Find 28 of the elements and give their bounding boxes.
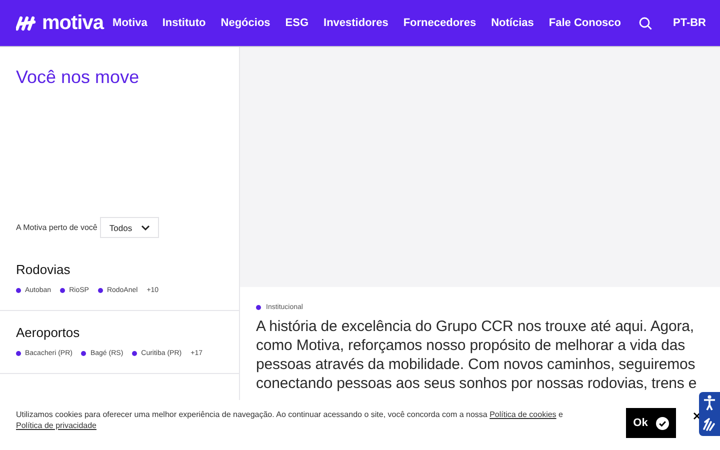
- nav-link[interactable]: ESG: [285, 17, 309, 29]
- language-selector[interactable]: PT-BR: [673, 17, 706, 29]
- hands-icon: [702, 417, 717, 432]
- ok-button[interactable]: Ok: [626, 408, 676, 438]
- policy-link[interactable]: Política de privacidade: [16, 421, 96, 430]
- check-circle-icon: [656, 416, 669, 430]
- category-heading: Aeroportos: [16, 325, 81, 340]
- chevron-down-icon: [141, 224, 150, 230]
- cookie-notice: Utilizamos cookies para oferecer uma melhor experiência de navegação. Ao continuar acessando o site, você concorda com a nossa Política de cookies e Política de privacidade: [16, 409, 564, 431]
- nav-link[interactable]: Investidores: [324, 17, 388, 29]
- close-icon[interactable]: [693, 412, 701, 420]
- filter-label: A Motiva perto de você: [16, 223, 98, 232]
- search-icon[interactable]: [639, 16, 652, 30]
- logo-text: motiva: [42, 12, 104, 34]
- nav-link[interactable]: Notícias: [491, 17, 534, 29]
- logo-icon: [16, 15, 38, 31]
- accessibility-icon: [703, 395, 716, 411]
- nav-link[interactable]: Negócios: [220, 17, 270, 29]
- nav-link[interactable]: Fornecedores: [403, 17, 476, 29]
- category-heading: Rodovias: [16, 262, 72, 277]
- accessibility-widget[interactable]: [699, 392, 720, 436]
- nav-link[interactable]: Fale Conosco: [548, 17, 621, 29]
- article-text: A história de excelência do Grupo CCR nos trouxe até aqui. Agora, como Motiva, reforçamos nosso propósito de melhorar a vida das pessoas através da mobilidade. Com novos caminhos, seguiremos conectando pessoas aos seus sonhos por nossas rodovias, trens e: [256, 317, 698, 393]
- filter-dropdown[interactable]: Todos: [100, 217, 160, 238]
- policy-link[interactable]: Política de cookies: [490, 410, 556, 419]
- nav-link[interactable]: Motiva: [112, 17, 148, 29]
- section-title: Você nos move: [16, 67, 140, 89]
- nav-link[interactable]: Instituto: [162, 17, 206, 29]
